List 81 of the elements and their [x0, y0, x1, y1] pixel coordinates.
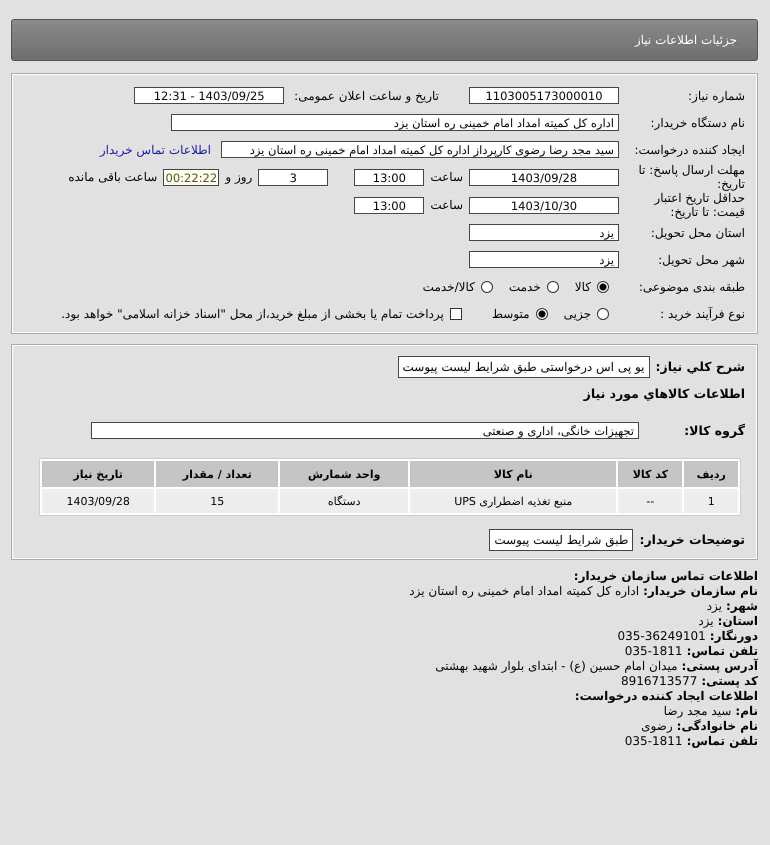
contact-value: 035-1811 — [624, 644, 683, 659]
field-label: نام دستگاه خریدار: — [650, 116, 745, 130]
contact-value: 035-1811 — [624, 734, 683, 749]
validity-time-field: 13:00 — [354, 196, 424, 214]
announce-date-field: 1403/09/25 - 12:31 — [134, 87, 284, 104]
radio-label: متوسط — [492, 306, 530, 320]
field-label: شرح کلي نياز: — [656, 359, 745, 374]
field-label: تاریخ و ساعت اعلان عمومی: — [294, 88, 439, 102]
checkbox-label: پرداخت تمام یا بخشی از مبلغ خرید،از محل "اسناد خزانه اسلامی" خواهد بود. — [61, 306, 444, 320]
contact-value: اداره کل کمیته امداد امام خمینی ره استان یزد — [409, 584, 640, 599]
buyer-notes-field: طبق شرایط لیست پیوست — [489, 528, 634, 550]
city-field: یزد — [469, 251, 619, 268]
field-label: توضیحات خریدار: — [639, 532, 745, 547]
province-field: یزد — [469, 224, 619, 241]
contact-value: 035-36249101 — [617, 629, 706, 644]
requester-field: سید مجد رضا رضوی کارپرداز اداره کل کمیته امداد امام خمینی ره استان یزد — [221, 141, 619, 158]
buyer-contact-link[interactable]: اطلاعات تماس خریدار — [100, 142, 211, 156]
table-cell: -- — [618, 489, 682, 513]
radio-button[interactable] — [546, 280, 559, 292]
contact-value: 8916713577 — [620, 674, 698, 689]
contact-label: کد پستی: — [701, 674, 758, 689]
contact-label: شهر: — [726, 599, 758, 614]
radio-button[interactable] — [597, 308, 609, 320]
column-header: نام کالا — [410, 461, 616, 487]
column-header: واحد شمارش — [280, 461, 408, 487]
table-cell: 15 — [156, 489, 278, 513]
table-cell: دستگاه — [280, 489, 408, 513]
deadline-time-field: 13:00 — [354, 168, 424, 186]
page-title: جزئیات اطلاعات نیاز — [634, 33, 737, 47]
column-header: تاریخ نیاز — [42, 461, 154, 487]
section-title: اطلاعات کالاهاي مورد نياز — [584, 386, 745, 401]
days-label: روز و — [225, 170, 252, 184]
contact-label: نام سازمان خریدار: — [643, 584, 758, 599]
column-header: ردیف — [684, 461, 738, 487]
table-cell: منبع تغذیه اضطراری UPS — [410, 489, 616, 513]
field-label: شماره نیاز: — [687, 88, 745, 102]
contact-label: آدرس پستی: — [682, 659, 758, 674]
contact-label: استان: — [718, 614, 758, 629]
radio-label: کالا/خدمت — [422, 280, 475, 294]
contact-heading: اطلاعات تماس سازمان خریدار: — [574, 569, 758, 584]
contact-value: میدان امام حسین (ع) - ابتدای بلوار شهید بهشتی — [435, 659, 678, 674]
buyer-org-field: اداره کل کمیته امداد امام خمینی ره استان یزد — [171, 114, 619, 131]
deadline-date-field: 1403/09/28 — [469, 168, 619, 186]
field-label: مهلت ارسال پاسخ: تا تاریخ: — [637, 163, 745, 191]
contact-heading: اطلاعات ایجاد کننده درخواست: — [574, 689, 758, 704]
radio-button[interactable] — [480, 280, 493, 292]
summary-field: یو پی اس درخواستی طبق شرایط لیست پیوست — [398, 356, 650, 378]
remaining-time-field: 00:22:22 — [163, 168, 220, 186]
remaining-label: ساعت باقی مانده — [68, 170, 158, 184]
column-header: تعداد / مقدار — [156, 461, 278, 487]
contact-label: تلفن تماس: — [686, 734, 758, 749]
field-label: حداقل تاریخ اعتبار قیمت: تا تاریخ: — [652, 191, 745, 219]
contact-label: نام: — [735, 704, 758, 719]
column-header: کد کالا — [618, 461, 682, 487]
table-cell: 1 — [684, 489, 738, 513]
contact-label: تلفن تماس: — [686, 644, 758, 658]
contact-label: نام خانوادگی: — [676, 719, 758, 734]
contact-value: رضوی — [641, 719, 673, 734]
field-label: استان محل تحویل: — [650, 226, 745, 240]
contact-value: سید مجد رضا — [664, 704, 732, 719]
field-label: شهر محل تحویل: — [657, 252, 745, 266]
field-label: نوع فرآیند خرید : — [659, 306, 745, 320]
table-cell: 1403/09/28 — [42, 489, 154, 513]
need-number-field: 1103005173000010 — [469, 87, 619, 104]
contact-label: دورنگار: — [710, 629, 758, 644]
days-field: 3 — [258, 168, 328, 186]
field-label: طبقه بندی موضوعی: — [638, 280, 745, 294]
radio-label: کالا — [574, 280, 591, 294]
radio-button[interactable] — [536, 308, 548, 320]
time-label: ساعت — [430, 170, 463, 184]
radio-button[interactable] — [597, 280, 609, 292]
field-label: گروه کالا: — [683, 423, 745, 438]
radio-label: جزیی — [564, 306, 591, 320]
contact-value: یزد — [706, 599, 722, 614]
field-label: ایجاد کننده درخواست: — [633, 142, 745, 156]
validity-date-field: 1403/10/30 — [469, 196, 619, 214]
goods-group-field: تجهیزات خانگی، اداری و صنعتی — [91, 422, 639, 439]
contact-value: یزد — [698, 614, 714, 629]
time-label: ساعت — [430, 198, 463, 212]
radio-label: خدمت — [508, 280, 541, 294]
checkbox[interactable] — [450, 308, 462, 320]
